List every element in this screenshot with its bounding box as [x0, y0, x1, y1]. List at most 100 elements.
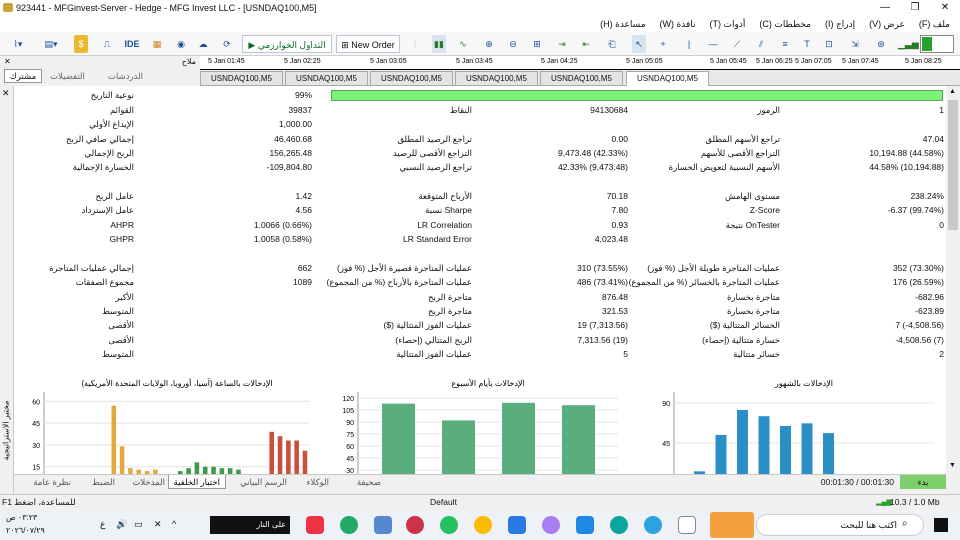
- template-icon[interactable]: ▤▾: [36, 35, 66, 53]
- settings-icon[interactable]: ⊛: [874, 35, 888, 53]
- tab-journal[interactable]: صحيفة: [352, 475, 386, 489]
- algo-trading-button[interactable]: ▶ التداول الخوارزمي: [242, 35, 332, 53]
- edge-icon[interactable]: [508, 516, 526, 534]
- bar-chart-icon[interactable]: ⫶: [408, 35, 422, 53]
- taskbar-search[interactable]: اكتب هنا للبحث: [756, 514, 924, 536]
- tab-graph[interactable]: الرسم البياني: [235, 475, 292, 489]
- metric-value: -6.37 (99.74%): [887, 205, 944, 215]
- metric-value: 321.53: [602, 306, 628, 316]
- tab-settings[interactable]: الضبط: [87, 475, 120, 489]
- chart-tab[interactable]: USNDAQ100,M5: [370, 71, 453, 86]
- scroll-thumb[interactable]: [948, 100, 958, 230]
- new-order-button[interactable]: ⊞ New Order: [336, 35, 400, 53]
- vertical-scrollbar[interactable]: ▲ ▼: [946, 86, 960, 474]
- text-icon[interactable]: T: [800, 35, 814, 53]
- metric-label: الخسارة الإجمالية: [72, 162, 134, 172]
- chart-tab-active[interactable]: USNDAQ100,M5: [626, 71, 709, 86]
- time-tick: 5 Jan 05:05: [626, 58, 663, 65]
- edge-browser-icon[interactable]: [610, 516, 628, 534]
- metric-label: الإيداع الأولي: [89, 119, 134, 129]
- whatsapp-icon[interactable]: [440, 516, 458, 534]
- metric-label: الرموز: [757, 105, 780, 115]
- menu-file[interactable]: ملف (F): [919, 19, 950, 30]
- telegram-icon[interactable]: [644, 516, 662, 534]
- zoom-out-icon[interactable]: ⊖: [506, 35, 520, 53]
- report-charts: الإدخالات بالساعة (آسيا، أوروبا، الولايا…: [32, 378, 934, 474]
- screenshot-icon[interactable]: ⎗: [604, 35, 620, 53]
- chart-tab[interactable]: USNDAQ100,M5: [200, 71, 283, 86]
- menu-tools[interactable]: أدوات (T): [710, 19, 746, 30]
- dollar-icon[interactable]: $: [74, 35, 88, 53]
- metric-label: مجموع الصفقات: [75, 277, 134, 287]
- tab-common[interactable]: مشترك: [4, 69, 42, 83]
- menu-charts[interactable]: مخططات (C): [759, 19, 811, 30]
- tab-overview[interactable]: نظرة عامة: [28, 475, 76, 489]
- time-tick: 5 Jan 06:25: [756, 58, 793, 65]
- tab-backtest[interactable]: اختبار الخلفية: [167, 475, 226, 489]
- menu-insert[interactable]: إدراج (I): [825, 19, 855, 30]
- tester-close-icon[interactable]: ✕: [2, 88, 10, 99]
- chart-type-icon[interactable]: ⌇▾: [8, 35, 28, 53]
- chart-tabs: USNDAQ100,M5 USNDAQ100,M5 USNDAQ100,M5 U…: [200, 70, 960, 86]
- tab-agents[interactable]: الوكلاء: [302, 475, 334, 489]
- backtest-report: نوعية التاريخ 99% القوائم 39837 النقاط 9413…: [14, 86, 946, 474]
- zoom-in-icon[interactable]: ⊕: [482, 35, 496, 53]
- language-indicator[interactable]: ع: [100, 519, 105, 530]
- tile-icon[interactable]: ⊞: [530, 35, 544, 53]
- book-icon[interactable]: ⎍: [100, 35, 114, 53]
- horizontal-line-icon[interactable]: —: [706, 35, 720, 53]
- vps-icon[interactable]: ☁: [196, 35, 210, 53]
- tab-inputs[interactable]: المدخلات: [127, 475, 170, 489]
- autoscroll-icon[interactable]: ⇥: [554, 35, 570, 53]
- chart-tab[interactable]: USNDAQ100,M5: [455, 71, 538, 86]
- windows-start-icon[interactable]: [934, 518, 948, 532]
- app-icon[interactable]: [374, 516, 392, 534]
- windows-taskbar: ٠٣:٢٣ ص ٢٠٢٦/٠٧/٢٩ ع 🔊 ▭ ✕ ^ على النار ا…: [0, 510, 960, 540]
- trendline-icon[interactable]: ⟋: [730, 35, 744, 53]
- market-icon[interactable]: ▦: [150, 35, 164, 53]
- arrow-icon[interactable]: ⇲: [848, 35, 862, 53]
- app-icon[interactable]: [340, 516, 358, 534]
- minimize-icon[interactable]: —: [870, 0, 900, 16]
- line-chart-icon[interactable]: ∿: [456, 35, 470, 53]
- menu-help[interactable]: مساعدة (H): [600, 19, 645, 30]
- tab-chats[interactable]: الدردشات: [108, 71, 143, 82]
- chart-tab[interactable]: USNDAQ100,M5: [285, 71, 368, 86]
- metric-label: متاجرة الربح: [428, 292, 472, 302]
- fibonacci-icon[interactable]: ≡: [778, 35, 792, 53]
- weather-widget[interactable]: على النار: [210, 516, 290, 534]
- menu-view[interactable]: عرض (V): [869, 19, 905, 30]
- close-icon[interactable]: ✕: [930, 0, 960, 16]
- signals-icon[interactable]: ◉: [174, 35, 188, 53]
- task-view-icon[interactable]: [678, 516, 696, 534]
- network-icon[interactable]: ▭: [134, 519, 143, 530]
- metric-value: 1: [939, 105, 944, 115]
- ide-button[interactable]: IDE: [124, 35, 140, 53]
- crosshair-icon[interactable]: +: [656, 35, 670, 53]
- copilot-icon[interactable]: [542, 516, 560, 534]
- metric-value: 352 (73.30%): [892, 263, 944, 273]
- scroll-up-icon[interactable]: ▲: [949, 88, 956, 95]
- chrome-icon[interactable]: [474, 516, 492, 534]
- cursor-icon[interactable]: ↖: [632, 35, 646, 53]
- tab-favorites[interactable]: التفضيلات: [50, 71, 85, 82]
- menu-window[interactable]: نافذة (W): [660, 19, 696, 30]
- volume-icon[interactable]: 🔊: [116, 519, 127, 530]
- app-icon[interactable]: [406, 516, 424, 534]
- mail-icon[interactable]: [576, 516, 594, 534]
- scroll-down-icon[interactable]: ▼: [949, 462, 956, 469]
- app-icon[interactable]: [306, 516, 324, 534]
- candles-icon[interactable]: ▮▮: [432, 35, 446, 53]
- vertical-line-icon[interactable]: |: [682, 35, 696, 53]
- chevron-up-icon[interactable]: ^: [172, 519, 176, 529]
- start-button[interactable]: بدء: [900, 475, 946, 489]
- panel-close-icon[interactable]: ✕: [4, 57, 11, 66]
- update-icon[interactable]: ⟳: [220, 35, 234, 53]
- chart-tab[interactable]: USNDAQ100,M5: [540, 71, 623, 86]
- label-icon[interactable]: ⊡: [822, 35, 836, 53]
- tick-label: 45: [346, 456, 354, 463]
- restore-icon[interactable]: ❐: [900, 0, 930, 16]
- channel-icon[interactable]: ⫽: [754, 35, 768, 53]
- tray-icon[interactable]: ✕: [154, 519, 162, 530]
- chart-shift-icon[interactable]: ⇤: [578, 35, 594, 53]
